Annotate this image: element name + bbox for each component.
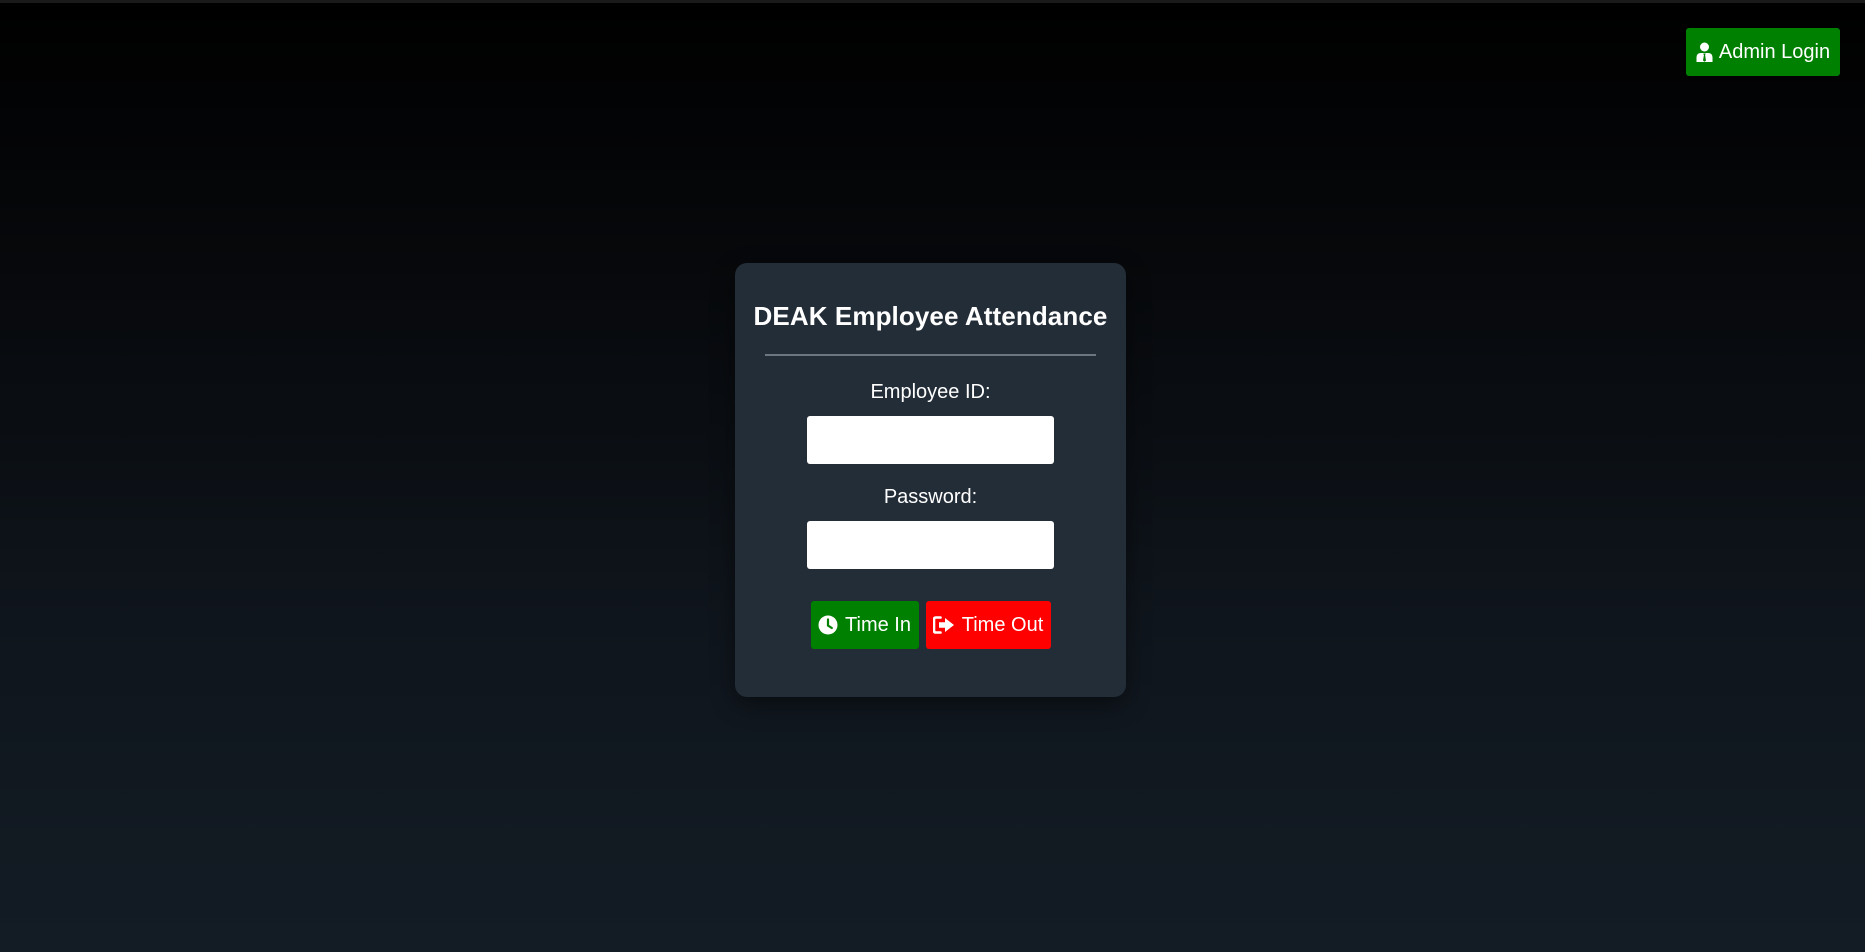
time-in-label: Time In <box>845 613 911 636</box>
employee-id-input[interactable] <box>807 416 1054 464</box>
divider <box>765 354 1096 356</box>
attendance-card: DEAK Employee Attendance Employee ID: Pa… <box>735 263 1126 697</box>
clock-icon <box>818 615 838 635</box>
time-out-button[interactable]: Time Out <box>925 601 1051 649</box>
user-tie-icon <box>1696 42 1713 62</box>
top-border <box>0 0 1865 3</box>
admin-login-label: Admin Login <box>1718 40 1831 63</box>
password-label: Password: <box>883 486 978 508</box>
admin-login-button[interactable]: Admin Login <box>1686 28 1840 76</box>
action-buttons: Time In Time Out <box>810 601 1051 649</box>
employee-id-label: Employee ID: <box>870 381 991 403</box>
sign-out-icon <box>932 616 955 634</box>
password-input[interactable] <box>807 521 1054 569</box>
page-title: DEAK Employee Attendance <box>753 301 1108 331</box>
time-in-button[interactable]: Time In <box>810 601 919 649</box>
time-out-label: Time Out <box>961 613 1044 636</box>
